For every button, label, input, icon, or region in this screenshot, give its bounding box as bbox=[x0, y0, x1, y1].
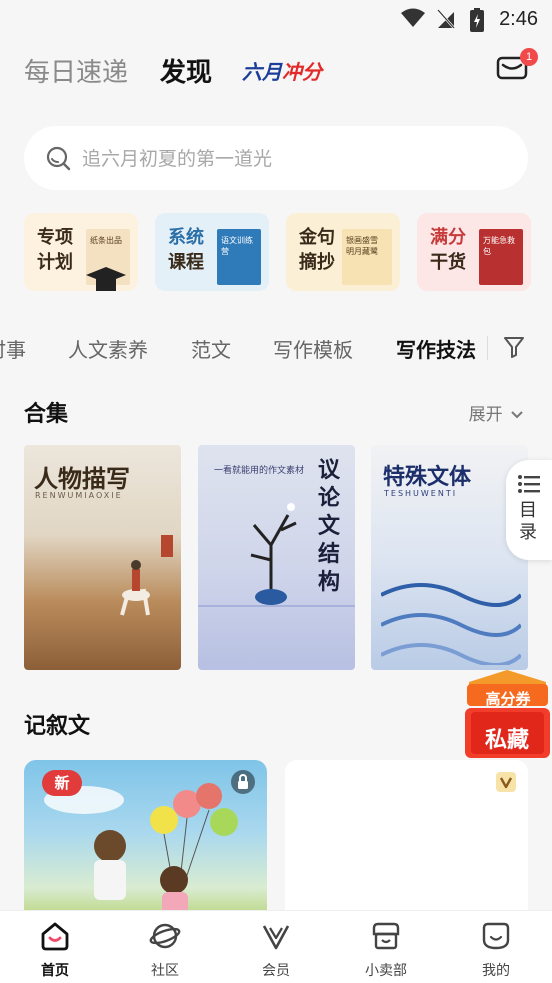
vip-icon bbox=[496, 772, 516, 792]
tree-vase-illustration bbox=[250, 503, 297, 605]
nav-label: 首页 bbox=[41, 963, 69, 979]
toc-button[interactable]: 目录 bbox=[506, 460, 552, 560]
nav-membership[interactable]: 会员 bbox=[236, 911, 316, 983]
category-tab-writing-templates[interactable]: 写作模板 bbox=[273, 334, 353, 363]
search-bar[interactable] bbox=[24, 126, 528, 190]
chevron-down-icon bbox=[511, 411, 523, 419]
horse-rider-illustration bbox=[120, 560, 150, 616]
mail-button[interactable]: 1 bbox=[496, 48, 538, 82]
category-tab-writing-techniques[interactable]: 写作技法 bbox=[396, 334, 476, 363]
nav-label: 我的 bbox=[482, 963, 510, 979]
category-tabs: 时事 人文素养 范文 写作模板 写作技法 bbox=[0, 330, 552, 364]
coupon-label-top: 高分券 bbox=[485, 690, 531, 708]
narrative-heading: 记叙文 bbox=[24, 714, 91, 739]
expand-label: 展开 bbox=[468, 405, 503, 425]
nav-profile[interactable]: 我的 bbox=[456, 911, 536, 983]
tab-daily-express[interactable]: 每日速递 bbox=[24, 52, 128, 89]
filter-icon[interactable] bbox=[503, 335, 525, 359]
new-badge: 新 bbox=[42, 770, 82, 796]
quick-card-special-plan[interactable]: 专项 计划 纸条出品 bbox=[24, 213, 138, 291]
home-icon bbox=[41, 922, 69, 951]
nav-home[interactable]: 首页 bbox=[15, 911, 95, 983]
quick-card-system-course[interactable]: 系统 课程 语文训练营 bbox=[155, 213, 269, 291]
quick-card-title: 金句 摘抄 bbox=[299, 227, 335, 273]
shop-icon bbox=[372, 922, 400, 950]
quick-card-book: 万能急救包 bbox=[479, 229, 523, 285]
planet-icon bbox=[149, 923, 181, 949]
bottom-nav: 首页 社区 会员 小卖部 我的 bbox=[0, 910, 552, 983]
crown-v-icon bbox=[262, 925, 290, 950]
expand-button[interactable]: 展开 bbox=[469, 400, 524, 425]
list-icon bbox=[518, 475, 540, 493]
category-tab-humanities[interactable]: 人文素养 bbox=[68, 334, 148, 363]
cover-title: 特殊文体 bbox=[383, 465, 472, 490]
cover-subtitle: RENWUMIAOXIE bbox=[35, 491, 123, 500]
nav-label: 会员 bbox=[262, 963, 290, 979]
tab-discover[interactable]: 发现 bbox=[160, 52, 212, 89]
cover-subtitle: TESHUWENTI bbox=[384, 489, 458, 498]
coupon-label-bottom: 私藏 bbox=[484, 728, 529, 753]
nav-community[interactable]: 社区 bbox=[125, 911, 205, 983]
narrative-card-balloons[interactable]: 新 bbox=[24, 760, 267, 920]
graduation-cap-icon bbox=[86, 267, 126, 291]
quick-card-title: 专项 计划 bbox=[37, 227, 73, 273]
lock-icon bbox=[231, 770, 255, 794]
top-header: 每日速递 发现 六月冲分 1 bbox=[0, 46, 552, 94]
wifi-icon bbox=[401, 8, 425, 27]
cover-title: 人物描写 bbox=[34, 465, 130, 493]
mail-badge: 1 bbox=[520, 48, 538, 66]
profile-icon bbox=[482, 922, 510, 950]
collection-cover-character-description[interactable]: 人物描写 RENWUMIAOXIE bbox=[24, 445, 181, 670]
quick-card-book: 语文训练营 bbox=[217, 229, 261, 285]
nav-label: 社区 bbox=[151, 963, 179, 979]
narrative-card-blank[interactable] bbox=[285, 760, 528, 920]
red-seal bbox=[161, 535, 173, 557]
quick-card-book: 银画盛雪 明月藏鹭 bbox=[342, 229, 392, 285]
no-signal-icon bbox=[437, 9, 455, 29]
promo-text-score: 冲分 bbox=[282, 60, 322, 84]
high-score-coupon[interactable]: 高分券 私藏 bbox=[463, 668, 552, 760]
horizon-line bbox=[198, 605, 355, 607]
status-bar: 2:46 bbox=[0, 0, 552, 38]
quick-card-full-marks[interactable]: 满分 干货 万能急救包 bbox=[417, 213, 531, 291]
quick-card-title: 系统 课程 bbox=[168, 227, 204, 273]
toc-label: 目录 bbox=[519, 500, 537, 543]
category-divider bbox=[487, 336, 488, 360]
search-input[interactable] bbox=[82, 144, 502, 174]
search-icon bbox=[46, 146, 71, 171]
promo-text-june: 六月 bbox=[242, 60, 282, 84]
collections-heading: 合集 bbox=[24, 402, 69, 427]
june-promo-banner[interactable]: 六月冲分 bbox=[242, 56, 322, 85]
waves-illustration bbox=[381, 583, 521, 665]
collection-cover-argumentative-structure[interactable]: 一看就能用的作文素材 议论文结构 bbox=[198, 445, 355, 670]
battery-charging-icon bbox=[470, 8, 484, 32]
quick-card-golden-quotes[interactable]: 金句 摘抄 银画盛雪 明月藏鹭 bbox=[286, 213, 400, 291]
status-time: 2:46 bbox=[499, 8, 538, 30]
cover-title: 议论文结构 bbox=[318, 458, 341, 595]
quick-card-title: 满分 干货 bbox=[430, 227, 466, 273]
nav-label: 小卖部 bbox=[365, 963, 407, 979]
category-tab-model-essays[interactable]: 范文 bbox=[191, 334, 231, 363]
cover-caption: 一看就能用的作文素材 bbox=[214, 466, 305, 476]
collection-cover-special-styles[interactable]: 特殊文体 TESHUWENTI bbox=[371, 445, 528, 670]
nav-shop[interactable]: 小卖部 bbox=[346, 911, 426, 983]
category-tab-current-affairs[interactable]: 时事 bbox=[0, 334, 26, 363]
